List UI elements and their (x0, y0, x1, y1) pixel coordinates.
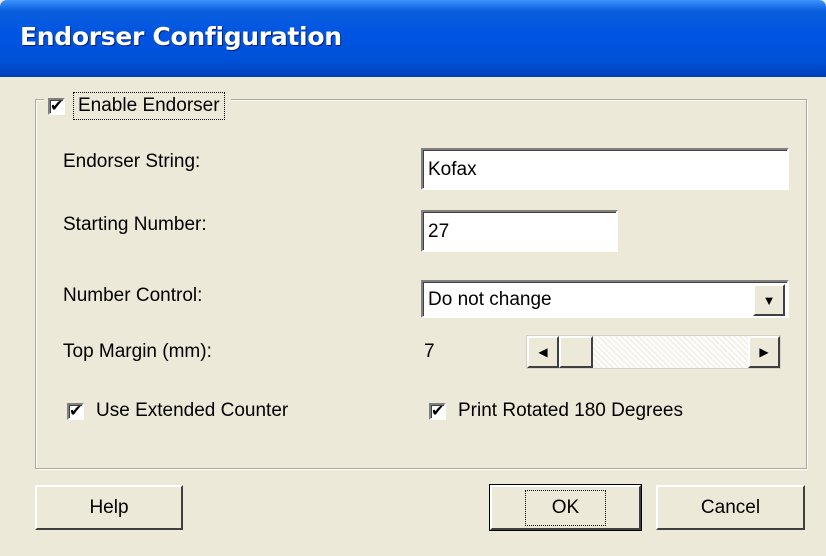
scroll-thumb[interactable] (559, 336, 593, 368)
extended-counter-check-icon[interactable] (67, 401, 84, 421)
extended-counter-checkbox[interactable]: Use Extended Counter (67, 400, 288, 422)
cancel-button-label: Cancel (700, 496, 761, 518)
help-button[interactable]: Help (35, 485, 183, 530)
number-control-label: Number Control: (63, 285, 203, 306)
window-title: Endorser Configuration (20, 22, 342, 51)
top-margin-label: Top Margin (mm): (63, 341, 212, 362)
arrow-left-icon[interactable]: ◀ (527, 336, 559, 368)
extended-counter-label: Use Extended Counter (96, 400, 289, 421)
endorser-string-label: Endorser String: (63, 151, 201, 172)
ok-button[interactable]: OK (489, 484, 642, 531)
enable-endorser-check-icon[interactable] (48, 96, 65, 116)
cancel-button[interactable]: Cancel (656, 485, 805, 530)
endorser-dialog: Endorser Configuration Enable Endorser E… (0, 0, 826, 556)
top-margin-slider[interactable]: ◀ ▶ (526, 335, 781, 369)
title-bar[interactable]: Endorser Configuration (0, 0, 826, 77)
starting-number-label: Starting Number: (63, 214, 207, 235)
enable-endorser-label: Enable Endorser (73, 92, 225, 120)
top-margin-value: 7 (424, 341, 435, 362)
rotated-check-icon[interactable] (429, 401, 446, 421)
enable-endorser-checkbox[interactable]: Enable Endorser (44, 89, 231, 123)
help-button-label: Help (89, 496, 129, 518)
chevron-down-icon[interactable]: ▼ (753, 284, 785, 316)
ok-button-label: OK (524, 489, 607, 526)
starting-number-input[interactable]: 27 (421, 210, 618, 252)
rotated-label: Print Rotated 180 Degrees (458, 400, 683, 421)
endorser-string-input[interactable]: Kofax (421, 148, 789, 190)
number-control-value: Do not change (428, 289, 552, 310)
rotated-checkbox[interactable]: Print Rotated 180 Degrees (429, 400, 683, 422)
number-control-select[interactable]: Do not change ▼ (421, 280, 789, 318)
arrow-right-icon[interactable]: ▶ (748, 336, 780, 368)
